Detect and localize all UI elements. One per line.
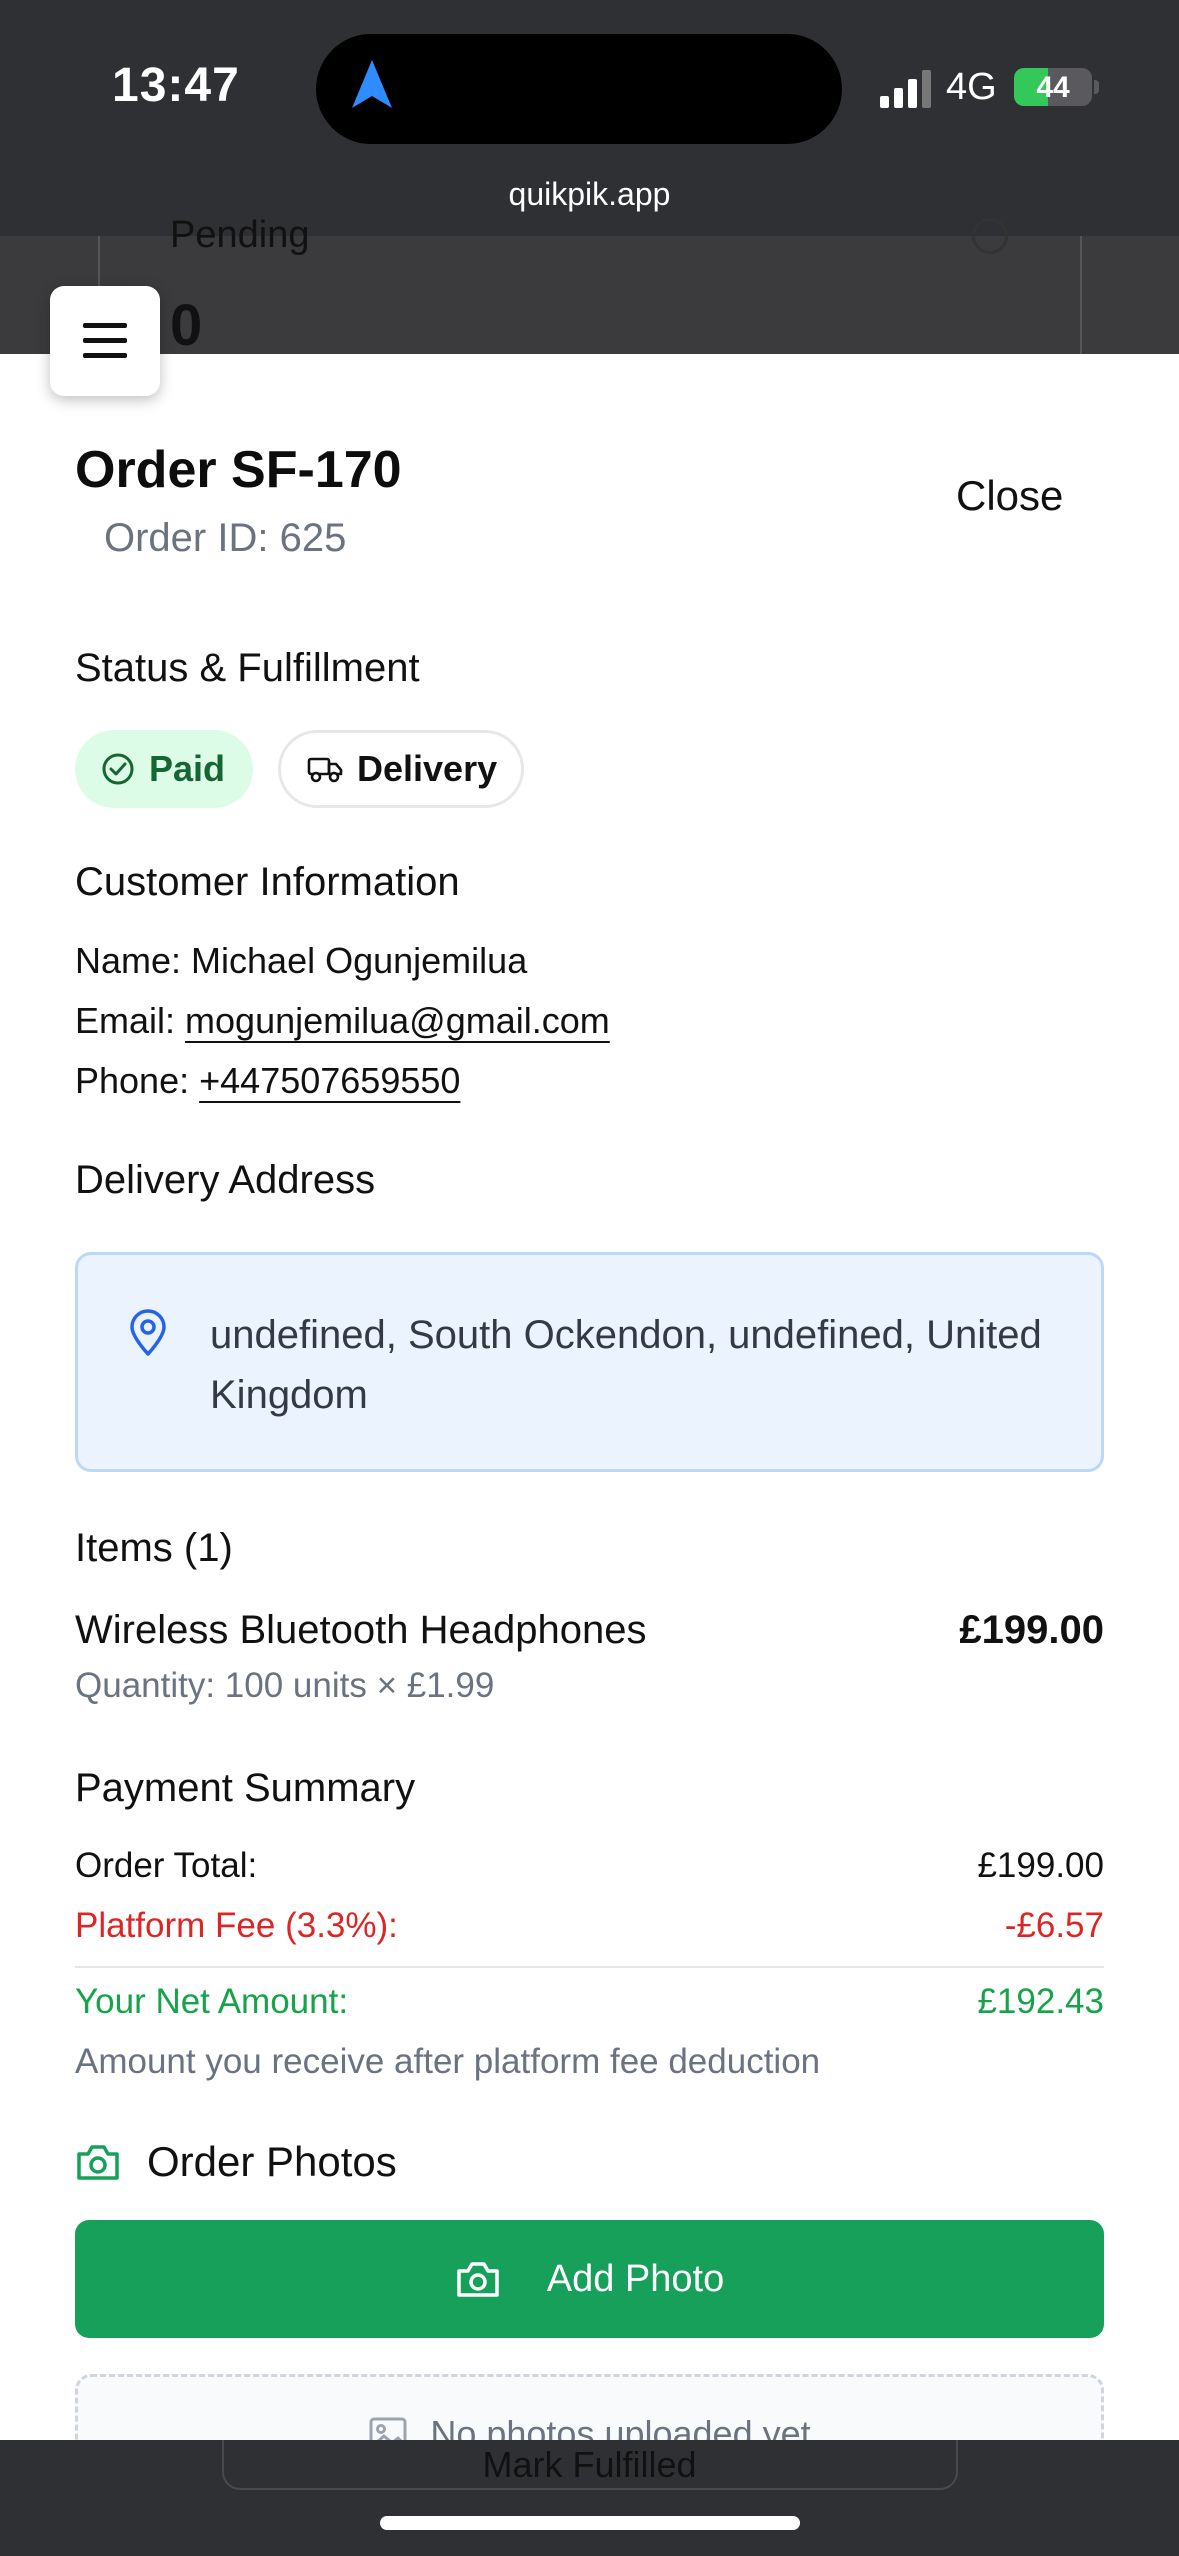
battery-percent: 44 bbox=[1036, 71, 1070, 104]
customer-heading: Customer Information bbox=[75, 860, 460, 904]
name-label: Name: bbox=[75, 940, 182, 981]
check-circle-icon bbox=[102, 753, 134, 785]
mark-fulfilled-button[interactable]: Mark Fulfilled bbox=[0, 2444, 1179, 2486]
home-indicator[interactable] bbox=[380, 2516, 800, 2530]
location-arrow-icon bbox=[352, 60, 392, 108]
net-amount-note: Amount you receive after platform fee de… bbox=[75, 2042, 821, 2081]
platform-fee-value: -£6.57 bbox=[1004, 1906, 1104, 1945]
paid-badge: Paid bbox=[75, 730, 253, 808]
delivery-address-heading: Delivery Address bbox=[75, 1158, 376, 1202]
order-total-row: Order Total: £199.00 bbox=[75, 1846, 1104, 1886]
add-photo-button[interactable]: Add Photo bbox=[75, 2220, 1104, 2338]
delivery-address-text: undefined, South Ockendon, undefined, Un… bbox=[210, 1313, 1042, 1417]
email-link[interactable]: mogunjemilua@gmail.com bbox=[185, 1000, 610, 1041]
status-heading: Status & Fulfillment bbox=[75, 646, 420, 690]
photos-empty-row: No photos uploaded yet bbox=[78, 2413, 1101, 2440]
item-name: Wireless Bluetooth Headphones bbox=[75, 1608, 647, 1652]
net-amount-row: Your Net Amount: £192.43 bbox=[75, 1982, 1104, 2022]
net-amount-label: Your Net Amount: bbox=[75, 1982, 349, 2021]
background-card-count: 0 bbox=[170, 293, 203, 358]
map-pin-icon bbox=[130, 1309, 166, 1356]
close-button[interactable]: Close bbox=[956, 472, 1063, 520]
battery-cap bbox=[1094, 80, 1099, 94]
phone-link[interactable]: +447507659550 bbox=[199, 1060, 460, 1101]
hamburger-icon bbox=[83, 323, 127, 358]
customer-email-row: Email: mogunjemilua@gmail.com bbox=[75, 1000, 610, 1042]
order-id: Order ID: 625 bbox=[104, 516, 347, 560]
status-time: 13:47 bbox=[112, 59, 240, 112]
order-detail-modal: Order SF-170 Order ID: 625 Close Status … bbox=[0, 354, 1179, 2440]
truck-icon bbox=[307, 757, 343, 783]
delivery-badge: Delivery bbox=[278, 730, 524, 808]
camera-icon bbox=[77, 2145, 119, 2180]
photos-empty-text: No photos uploaded yet bbox=[430, 2413, 811, 2440]
camera-icon bbox=[457, 2262, 499, 2297]
order-total-value: £199.00 bbox=[977, 1846, 1104, 1885]
status-bar: 13:47 4G 44 quikpik.app bbox=[0, 0, 1179, 236]
delivery-badge-label: Delivery bbox=[357, 748, 498, 789]
platform-fee-label: Platform Fee (3.3%): bbox=[75, 1906, 398, 1945]
payment-heading: Payment Summary bbox=[75, 1766, 416, 1810]
item-quantity: Quantity: 100 units × £1.99 bbox=[75, 1666, 495, 1705]
modal-title: Order SF-170 bbox=[75, 441, 402, 499]
network-type: 4G bbox=[946, 66, 997, 108]
clock-icon bbox=[972, 218, 1008, 254]
add-photo-label: Add Photo bbox=[546, 2257, 725, 2300]
image-icon bbox=[369, 2417, 407, 2440]
order-photos-header: Order Photos bbox=[75, 2138, 397, 2186]
photos-empty-state: No photos uploaded yet bbox=[75, 2374, 1104, 2440]
phone-label: Phone: bbox=[75, 1060, 190, 1101]
signal-icon bbox=[880, 70, 931, 108]
url-bar[interactable]: quikpik.app bbox=[0, 176, 1179, 213]
paid-badge-label: Paid bbox=[149, 748, 226, 789]
customer-name: Michael Ogunjemilua bbox=[191, 940, 528, 981]
platform-fee-row: Platform Fee (3.3%): -£6.57 bbox=[75, 1906, 1104, 1946]
order-total-label: Order Total: bbox=[75, 1846, 258, 1885]
order-photos-heading: Order Photos bbox=[147, 2138, 397, 2185]
item-price: £199.00 bbox=[959, 1608, 1104, 1652]
items-heading: Items (1) bbox=[75, 1526, 233, 1570]
customer-name-row: Name: Michael Ogunjemilua bbox=[75, 940, 527, 982]
payment-divider bbox=[75, 1966, 1104, 1968]
background-card-label: Pending bbox=[170, 214, 310, 256]
email-label: Email: bbox=[75, 1000, 176, 1041]
battery-icon: 44 bbox=[1014, 68, 1092, 106]
delivery-address-box: undefined, South Ockendon, undefined, Un… bbox=[75, 1252, 1104, 1472]
net-amount-value: £192.43 bbox=[977, 1982, 1104, 2021]
customer-phone-row: Phone: +447507659550 bbox=[75, 1060, 460, 1102]
menu-button[interactable] bbox=[50, 286, 160, 396]
